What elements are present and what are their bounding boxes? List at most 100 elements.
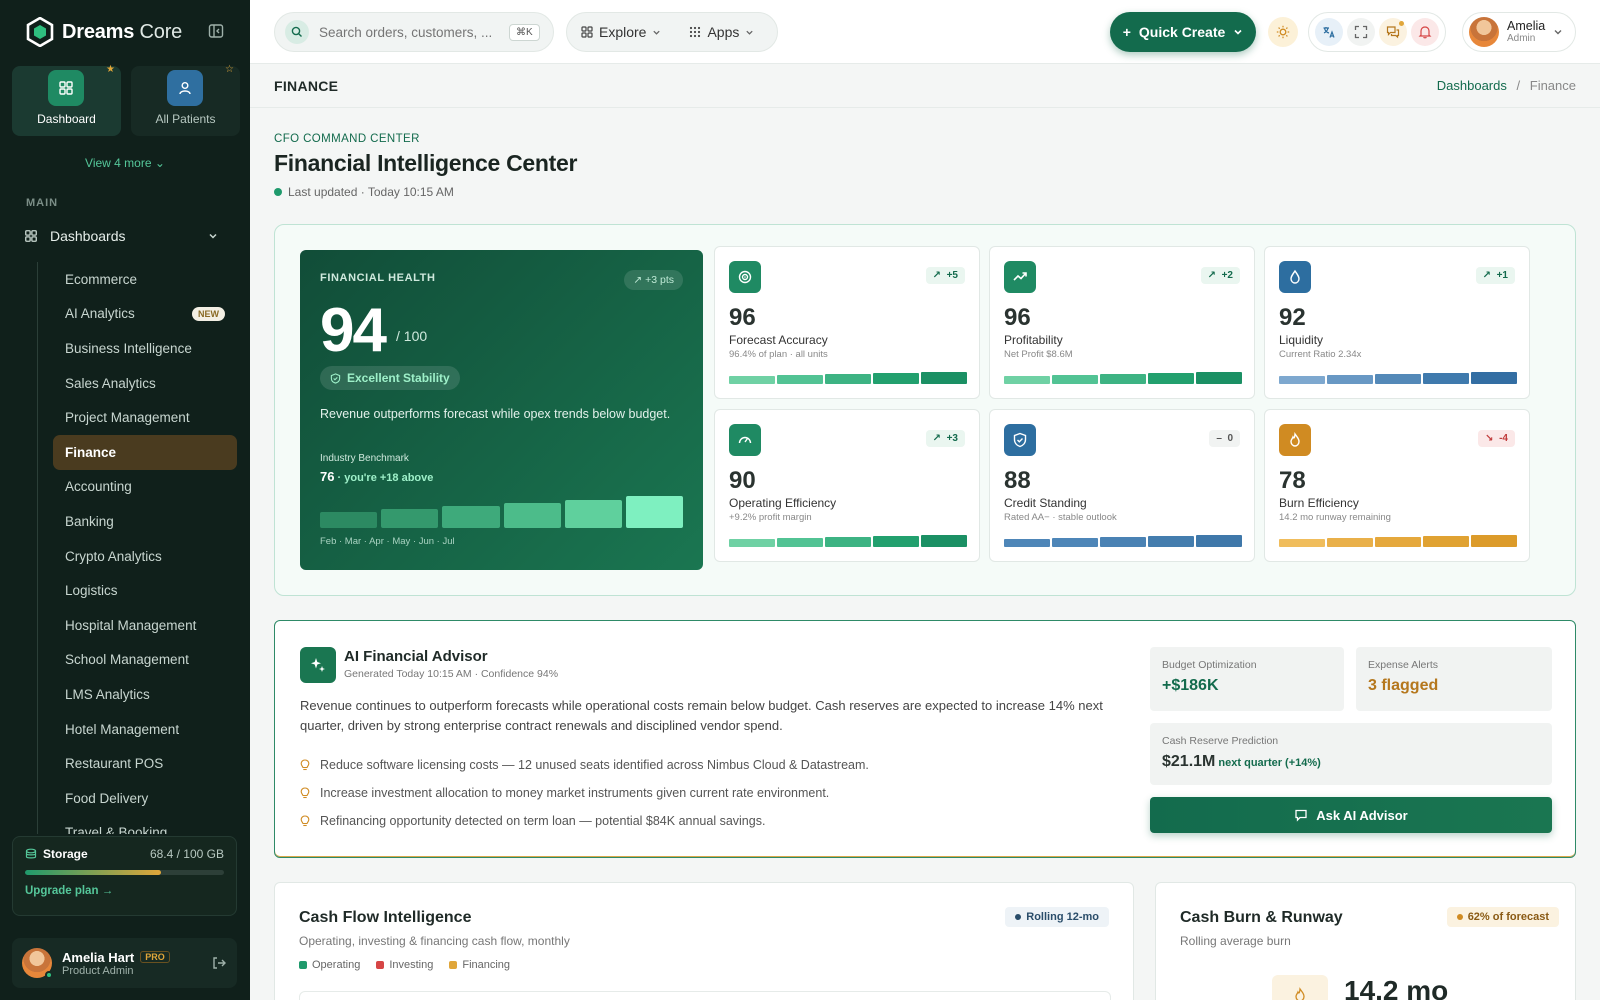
sidebar-item-label: Banking [65, 513, 114, 529]
messages-icon[interactable] [1379, 18, 1407, 46]
bell-icon[interactable] [1411, 18, 1439, 46]
translate-icon[interactable] [1315, 18, 1343, 46]
sidebar-item-accounting[interactable]: Accounting [53, 470, 237, 505]
sidebar-item-project-management[interactable]: Project Management [53, 400, 237, 435]
kpi-card-credit-standing[interactable]: – 0 88 Credit Standing Rated AA− · stable o… [989, 409, 1255, 562]
kpi-delta-badge: – 0 [1209, 430, 1240, 447]
header-icon-group [1308, 12, 1446, 52]
avatar [1469, 17, 1499, 47]
chevron-down-icon [1554, 30, 1562, 35]
fullscreen-icon[interactable] [1347, 18, 1375, 46]
health-score-max: / 100 [396, 328, 428, 344]
sidebar-item-banking[interactable]: Banking [53, 504, 237, 539]
legend-swatch [449, 961, 458, 969]
sidebar-item-travel-booking[interactable]: Travel & Booking [53, 816, 237, 834]
user-card[interactable]: Amelia Hart PRO Product Admin [12, 938, 237, 988]
quick-tiles: ★ Dashboard ☆ All Patients [12, 64, 240, 136]
kpi-segment-bar [1148, 536, 1194, 547]
kpi-delta-badge: ↗ +3 [925, 430, 965, 447]
kpi-subtext: Net Profit $8.6M [1004, 349, 1073, 360]
grid-icon [581, 26, 593, 38]
flame-icon [1279, 424, 1311, 456]
chevron-down-icon [653, 30, 661, 35]
search-shortcut-badge: ⌘K [509, 23, 540, 41]
avatar [22, 948, 53, 979]
sidebar-collapse-icon[interactable] [208, 23, 224, 39]
legend-item-financing[interactable]: Financing [449, 959, 510, 971]
kpi-segment-bar [777, 375, 823, 384]
star-filled-icon[interactable]: ★ [106, 64, 115, 75]
kpi-segment-bar [777, 538, 823, 547]
unread-dot [1399, 21, 1404, 26]
page-section-title: FINANCE [274, 78, 339, 94]
search-input[interactable] [319, 24, 499, 40]
nav-dashboards-group[interactable]: Dashboards [24, 224, 226, 248]
kpi-value: 90 [729, 467, 756, 494]
sidebar-item-logistics[interactable]: Logistics [53, 573, 237, 608]
lightbulb-icon [300, 814, 310, 826]
budget-optimization-stat: Budget Optimization +$186K [1150, 647, 1344, 711]
kpi-segment-bar [1148, 373, 1194, 384]
ask-ai-advisor-button[interactable]: Ask AI Advisor [1150, 797, 1552, 833]
grid-icon [25, 230, 37, 242]
sidebar-item-crypto-analytics[interactable]: Crypto Analytics [53, 539, 237, 574]
cash-reserve-prediction-stat: Cash Reserve Prediction $21.1M next quar… [1150, 723, 1552, 785]
quick-tile-dashboard[interactable]: ★ Dashboard [12, 64, 121, 136]
kpi-segment-bar [1375, 537, 1421, 547]
kpi-segment-bar [1423, 536, 1469, 547]
rolling-period-badge[interactable]: Rolling 12-mo [1005, 907, 1109, 927]
quick-create-button[interactable]: + Quick Create [1110, 12, 1256, 52]
logout-icon[interactable] [211, 955, 227, 971]
sidebar-item-lms-analytics[interactable]: LMS Analytics [53, 677, 237, 712]
sidebar: Dreams Core ★ Dashboard ☆ All Patients V… [0, 0, 250, 1000]
cash-flow-subtitle: Operating, investing & financing cash fl… [299, 934, 570, 948]
pro-badge: PRO [140, 951, 170, 963]
kpi-card-burn-efficiency[interactable]: ↘ -4 78 Burn Efficiency 14.2 mo runway rema… [1264, 409, 1530, 562]
kpi-value: 78 [1279, 467, 1306, 494]
sidebar-item-ai-analytics[interactable]: AI Analytics NEW [53, 297, 237, 332]
stability-badge: Excellent Stability [320, 366, 460, 390]
sidebar-item-food-delivery[interactable]: Food Delivery [53, 781, 237, 816]
sidebar-item-hospital-management[interactable]: Hospital Management [53, 608, 237, 643]
theme-toggle-sun-icon[interactable] [1268, 17, 1298, 47]
new-badge: NEW [192, 306, 225, 321]
kpi-card-liquidity[interactable]: ↗ +1 92 Liquidity Current Ratio 2.34x [1264, 246, 1530, 399]
breadcrumb-dashboards[interactable]: Dashboards [1437, 78, 1507, 93]
legend-item-operating[interactable]: Operating [299, 959, 360, 971]
apps-dots-icon [690, 26, 701, 38]
breadcrumb-finance: Finance [1529, 78, 1576, 93]
kpi-card-forecast-accuracy[interactable]: ↗ +5 96 Forecast Accuracy 96.4% of plan · a… [714, 246, 980, 399]
brand[interactable]: Dreams Core [26, 16, 182, 48]
kpi-segment-bar [1327, 538, 1373, 547]
cash-burn-title: Cash Burn & Runway [1180, 909, 1343, 926]
plus-icon: + [1122, 24, 1131, 40]
apps-menu-button[interactable]: Apps [689, 24, 754, 40]
kpi-segment-bar [825, 537, 871, 547]
sidebar-item-restaurant-pos[interactable]: Restaurant POS [53, 746, 237, 781]
sidebar-item-finance[interactable]: Finance [53, 434, 237, 470]
kpi-segment-bar [921, 535, 967, 547]
view-more-link[interactable]: View 4 more ⌄ [0, 156, 250, 170]
sidebar-item-label: Finance [65, 444, 117, 460]
quick-tile-all-patients[interactable]: ☆ All Patients [131, 64, 240, 136]
nav-section-label: MAIN [26, 197, 59, 209]
upgrade-plan-link[interactable]: Upgrade plan → [25, 885, 224, 897]
sidebar-item-ecommerce[interactable]: Ecommerce [53, 262, 237, 297]
sidebar-item-school-management[interactable]: School Management [53, 643, 237, 678]
sidebar-item-sales-analytics[interactable]: Sales Analytics [53, 366, 237, 401]
sidebar-item-hotel-management[interactable]: Hotel Management [53, 712, 237, 747]
cash-flow-chart-area [299, 991, 1111, 1000]
profile-menu[interactable]: Amelia Admin [1462, 12, 1576, 52]
kpi-card-operating-efficiency[interactable]: ↗ +3 90 Operating Efficiency +9.2% profit m… [714, 409, 980, 562]
explore-menu-button[interactable]: Explore [581, 24, 661, 40]
star-outline-icon[interactable]: ☆ [225, 64, 234, 75]
grid-icon [48, 70, 84, 106]
kpi-card-profitability[interactable]: ↗ +2 96 Profitability Net Profit $8.6M [989, 246, 1255, 399]
sidebar-item-business-intelligence[interactable]: Business Intelligence [53, 331, 237, 366]
search-box[interactable]: ⌘K [274, 12, 554, 52]
legend-item-investing[interactable]: Investing [376, 959, 433, 971]
advisor-generated: Generated Today 10:15 AM · Confidence 94… [344, 668, 559, 680]
kpi-segment-bar [1423, 373, 1469, 384]
storage-card: Storage 68.4 / 100 GB Upgrade plan → [12, 836, 237, 916]
lightbulb-icon [300, 758, 310, 770]
